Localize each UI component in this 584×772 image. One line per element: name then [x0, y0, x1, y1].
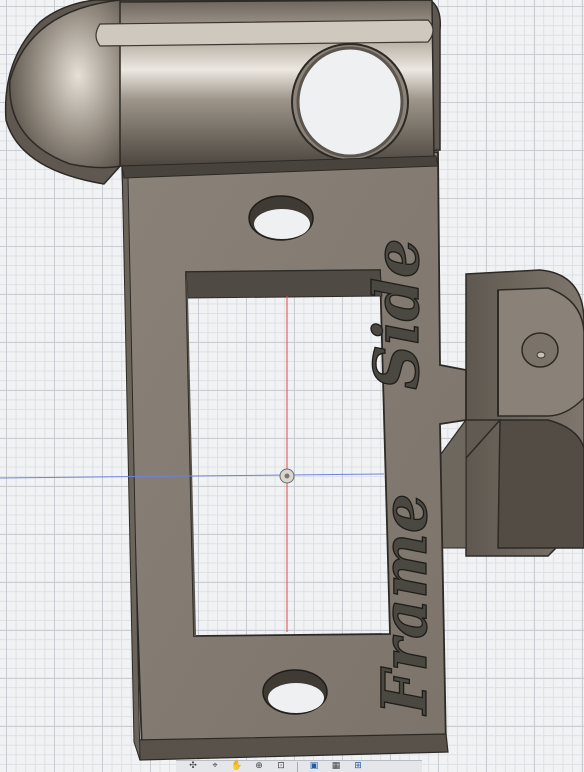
toolbar-divider [297, 761, 298, 772]
pan-icon[interactable]: ✋ [228, 761, 246, 772]
navigation-toolbar: ✣ ⌖ ✋ ⊕ ⊡ ▣ ▦ ⊞ [176, 760, 422, 772]
look-at-icon[interactable]: ⌖ [206, 761, 224, 772]
engraved-side-text: Side [360, 238, 433, 389]
grid-icon[interactable]: ▦ [327, 761, 345, 772]
model-canvas[interactable]: Side Frame [0, 0, 584, 772]
engraved-frame-text: Frame [368, 494, 441, 717]
origin-marker [279, 468, 295, 484]
hinge-cylinder [4, 0, 442, 185]
zoom-icon[interactable]: ⊕ [250, 761, 268, 772]
viewports-icon[interactable]: ⊞ [349, 761, 367, 772]
display-style-icon[interactable]: ▣ [305, 761, 323, 772]
fit-icon[interactable]: ⊡ [272, 761, 290, 772]
orbit-icon[interactable]: ✣ [184, 761, 202, 772]
3d-viewport[interactable]: Side Frame [0, 0, 584, 772]
